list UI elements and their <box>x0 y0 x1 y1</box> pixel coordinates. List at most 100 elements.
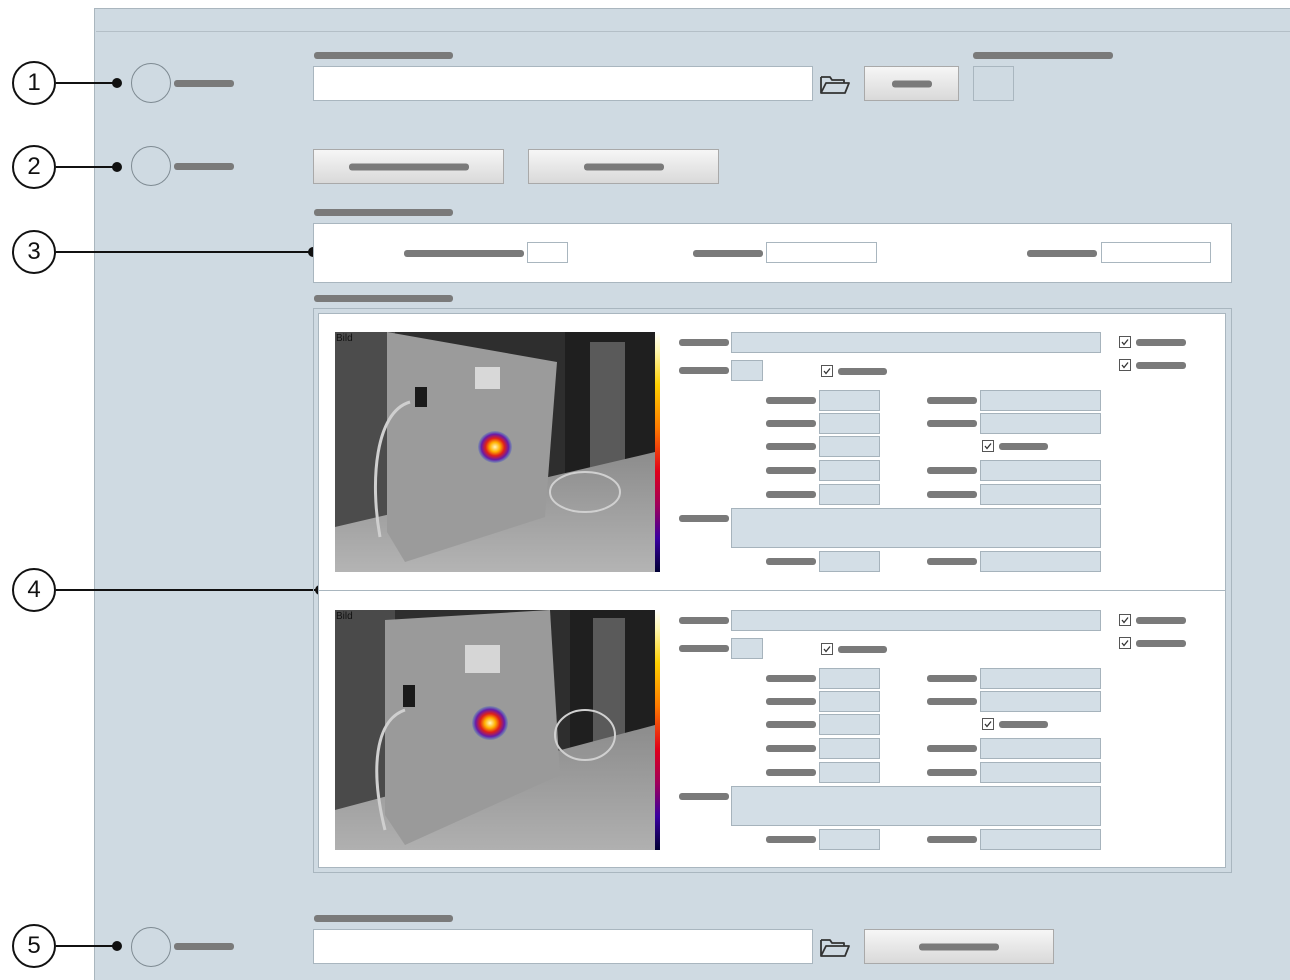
result-1-footer-1-label <box>766 558 816 565</box>
result-image-1: Bild <box>335 332 655 572</box>
result-2-checkbox-a-label <box>838 646 887 653</box>
callout-5-dot <box>112 941 122 951</box>
result-1-value-3-label <box>927 467 977 474</box>
result-2-notes-label <box>679 793 729 800</box>
result-2-metric-5-field <box>819 762 880 783</box>
result-1-value-4-field <box>980 484 1101 505</box>
result-1-name-label <box>679 339 729 346</box>
result-2-metric-5-label <box>766 769 816 776</box>
source-load-button[interactable] <box>864 66 959 101</box>
result-2-checkbox-d[interactable] <box>982 718 994 730</box>
result-image-1-label: Bild <box>336 333 353 344</box>
result-1-metric-2-label <box>766 420 816 427</box>
result-colorbar-1 <box>655 332 660 572</box>
callout-2-dot <box>112 162 122 172</box>
result-2-small-field <box>731 638 763 659</box>
result-1-metric-1-field <box>819 390 880 411</box>
output-path-label <box>314 915 453 922</box>
result-2-value-1-field <box>980 668 1101 689</box>
result-2-checkbox-c-label <box>1136 640 1186 647</box>
result-2-value-4-label <box>927 769 977 776</box>
result-1-checkbox-d-label <box>999 443 1048 450</box>
result-2-value-1-label <box>927 675 977 682</box>
result-1-checkbox-c-label <box>1136 362 1186 369</box>
results-group-label <box>314 295 453 302</box>
result-2-metric-1-field <box>819 668 880 689</box>
result-2-name-field <box>731 610 1101 631</box>
result-1-checkbox-a-label <box>838 368 887 375</box>
result-1-metric-5-label <box>766 491 816 498</box>
result-2-metric-3-field <box>819 714 880 735</box>
output-path-input[interactable] <box>313 929 813 964</box>
callout-5: 5 <box>12 924 56 968</box>
result-1-metric-3-field <box>819 436 880 457</box>
parameter-3-input[interactable] <box>1101 242 1211 263</box>
result-1-metric-5-field <box>819 484 880 505</box>
callout-4-line <box>56 589 320 591</box>
result-2-footer-2-label <box>927 836 977 843</box>
result-2-checkbox-b-label <box>1136 617 1186 624</box>
result-2-checkbox-a[interactable] <box>821 643 833 655</box>
mode-button-2[interactable] <box>528 149 719 184</box>
result-1-value-4-label <box>927 491 977 498</box>
result-1-metric-2-field <box>819 413 880 434</box>
callout-4: 4 <box>12 568 56 612</box>
result-1-metric-4-label <box>766 467 816 474</box>
callout-1-line <box>56 82 118 84</box>
callout-2: 2 <box>12 145 56 189</box>
result-1-value-1-label <box>927 397 977 404</box>
source-path-label <box>314 52 453 59</box>
source-path-input[interactable] <box>313 66 813 101</box>
result-1-name-field <box>731 332 1101 353</box>
parameter-2-label <box>693 250 763 257</box>
source-indicator-box <box>973 66 1014 101</box>
result-2-value-3-label <box>927 745 977 752</box>
result-1-checkbox-d[interactable] <box>982 440 994 452</box>
result-2-checkbox-c[interactable] <box>1119 637 1131 649</box>
callout-3: 3 <box>12 230 56 274</box>
source-indicator-label <box>973 52 1113 59</box>
result-1-value-3-field <box>980 460 1101 481</box>
result-colorbar-2 <box>655 610 660 850</box>
result-2-metric-2-label <box>766 698 816 705</box>
mode-radio[interactable] <box>131 146 171 186</box>
result-1-checkbox-b-label <box>1136 339 1186 346</box>
folder-open-icon[interactable] <box>819 73 851 95</box>
mode-button-1[interactable] <box>313 149 504 184</box>
result-1-checkbox-b[interactable] <box>1119 336 1131 348</box>
results-divider <box>319 590 1225 591</box>
parameter-3-label <box>1027 250 1097 257</box>
parameters-group-label <box>314 209 453 216</box>
result-2-small-label <box>679 645 729 652</box>
result-1-checkbox-a[interactable] <box>821 365 833 377</box>
result-1-value-2-label <box>927 420 977 427</box>
parameter-1-input[interactable] <box>527 242 568 263</box>
output-radio[interactable] <box>131 927 171 967</box>
result-image-2-label: Bild <box>336 611 353 622</box>
result-2-value-2-label <box>927 698 977 705</box>
result-1-small-label <box>679 367 729 374</box>
callout-3-line <box>56 251 314 253</box>
callout-1: 1 <box>12 61 56 105</box>
output-save-button[interactable] <box>864 929 1054 964</box>
result-2-name-label <box>679 617 729 624</box>
result-1-metric-4-field <box>819 460 880 481</box>
result-2-metric-4-field <box>819 738 880 759</box>
parameter-2-input[interactable] <box>766 242 877 263</box>
result-2-value-3-field <box>980 738 1101 759</box>
result-1-checkbox-c[interactable] <box>1119 359 1131 371</box>
result-image-2: Bild <box>335 610 655 850</box>
output-radio-label <box>174 943 234 950</box>
source-radio[interactable] <box>131 63 171 103</box>
result-2-footer-1-field <box>819 829 880 850</box>
callout-5-line <box>56 945 118 947</box>
result-2-checkbox-b[interactable] <box>1119 614 1131 626</box>
result-1-metric-1-label <box>766 397 816 404</box>
result-1-notes-field <box>731 508 1101 548</box>
result-2-value-2-field <box>980 691 1101 712</box>
result-1-notes-label <box>679 515 729 522</box>
result-1-footer-2-field <box>980 551 1101 572</box>
result-2-footer-2-field <box>980 829 1101 850</box>
result-2-checkbox-d-label <box>999 721 1048 728</box>
folder-open-icon[interactable] <box>819 936 851 958</box>
